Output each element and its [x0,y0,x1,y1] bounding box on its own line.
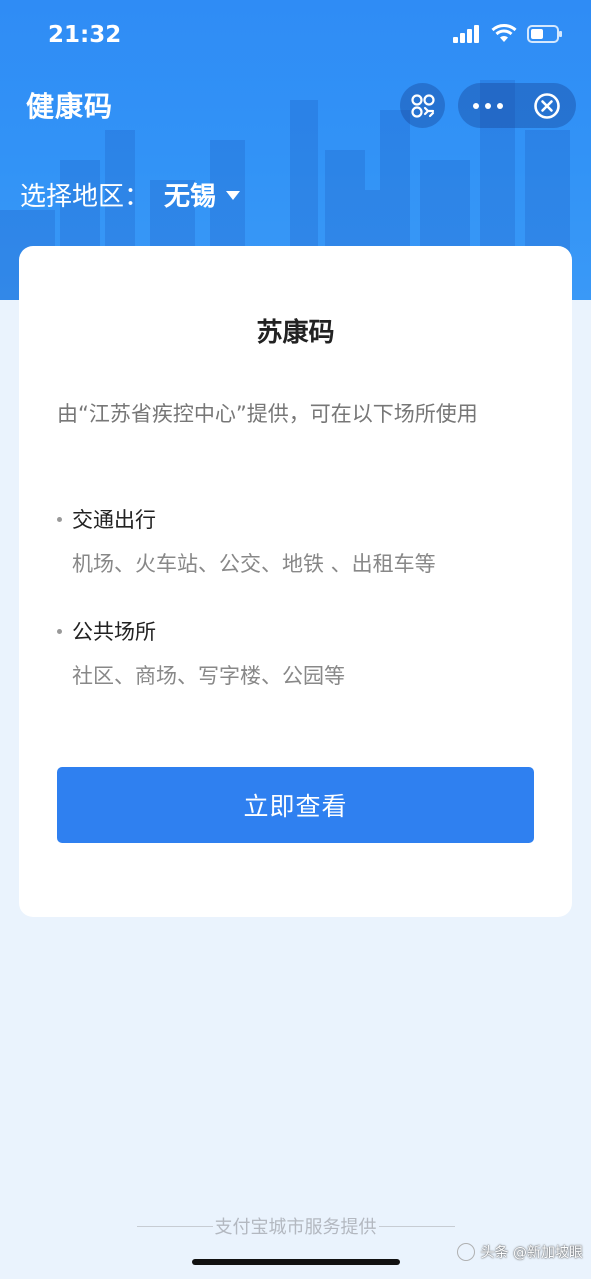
footer-divider-left [136,1225,213,1227]
close-icon[interactable] [518,83,576,128]
more-icon[interactable] [458,83,518,128]
health-code-card: 苏康码 由“江苏省疾控中心”提供，可在以下场所使用 交通出行 机场、火车站、公交… [19,246,572,917]
health-code-page: 21:32 健康码 选择地区： 无锡 苏康码 由“江苏省疾控中心”提供，可在以下… [0,0,591,1279]
footer: 支付宝城市服务提供 [0,1213,591,1239]
section-items: 机场、火车站、公交、地铁 、出租车等 [72,552,436,576]
status-time: 21:32 [48,22,122,48]
wifi-icon [491,24,517,42]
section-heading: 公共场所 [72,620,156,644]
caret-down-icon [226,191,241,200]
card-description: 由“江苏省疾控中心”提供，可在以下场所使用 [57,402,478,426]
bullet-icon [57,628,62,634]
region-label: 选择地区： [20,182,151,212]
page-title: 健康码 [26,90,114,123]
footer-text: 支付宝城市服务提供 [214,1217,377,1238]
view-now-button[interactable]: 立即查看 [57,767,534,843]
card-title: 苏康码 [256,318,335,348]
scan-button[interactable] [400,83,445,128]
region-dropdown[interactable]: 无锡 [164,176,241,213]
section-public-places: 公共场所 社区、商场、写字楼、公园等 [57,616,537,690]
wechat-icon [456,1243,475,1261]
scan-icon [410,93,435,118]
watermark-text: 头条 @新加坡眼 [480,1245,583,1261]
signal-icon [453,24,479,43]
watermark: 头条 @新加坡眼 [456,1242,583,1262]
home-indicator[interactable] [192,1259,400,1265]
section-heading: 交通出行 [72,508,156,532]
status-icons [453,24,563,43]
section-items: 社区、商场、写字楼、公园等 [72,664,345,688]
footer-divider-right [378,1225,455,1227]
miniapp-capsule [458,83,576,128]
region-selector: 选择地区： 无锡 [20,176,241,213]
bullet-icon [57,516,62,522]
region-value: 无锡 [164,182,217,212]
battery-icon [527,24,562,43]
section-transport: 交通出行 机场、火车站、公交、地铁 、出租车等 [57,504,537,578]
